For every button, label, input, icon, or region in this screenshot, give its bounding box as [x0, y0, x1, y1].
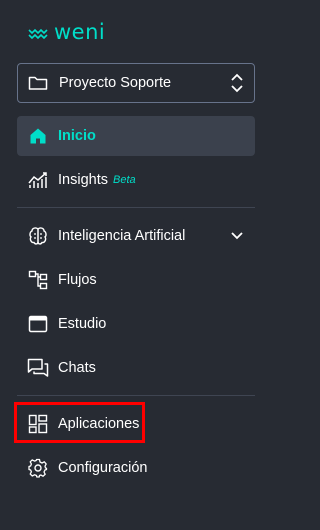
beta-badge: Beta — [112, 174, 136, 186]
chevron-down-icon[interactable] — [229, 225, 245, 245]
weni-logo-icon — [28, 28, 48, 39]
nav-item-studio[interactable]: Estudio — [17, 304, 255, 344]
nav-item-settings[interactable]: Configuración — [17, 448, 255, 488]
highlight-box — [14, 402, 145, 443]
nav-label-ai: Inteligencia Artificial — [58, 228, 186, 244]
chevron-up-down-icon — [231, 73, 243, 93]
nav-label-home: Inicio — [58, 128, 96, 144]
nav-label-insights: Insights — [58, 172, 108, 188]
nav-item-ai[interactable]: Inteligencia Artificial — [17, 216, 255, 256]
chart-icon — [27, 169, 49, 191]
weni-logo[interactable]: weni — [28, 22, 105, 43]
nav-label-flows: Flujos — [58, 272, 97, 288]
brain-icon — [27, 225, 49, 247]
brand-name: weni — [54, 20, 106, 44]
flow-icon — [27, 269, 49, 291]
nav-label-settings: Configuración — [58, 460, 148, 476]
divider — [17, 207, 255, 208]
divider — [17, 395, 255, 396]
gear-icon — [27, 457, 49, 479]
nav-item-insights[interactable]: Insights Beta — [17, 160, 255, 200]
folder-icon — [28, 76, 48, 90]
nav-label-chats: Chats — [58, 360, 96, 376]
nav-item-chats[interactable]: Chats — [17, 348, 255, 388]
project-selector[interactable]: Proyecto Soporte — [17, 63, 255, 103]
nav-item-home[interactable]: Inicio — [17, 116, 255, 156]
nav-label-studio: Estudio — [58, 316, 107, 332]
chat-icon — [27, 357, 49, 379]
window-icon — [27, 313, 49, 335]
nav-item-flows[interactable]: Flujos — [17, 260, 255, 300]
home-icon — [27, 125, 49, 147]
project-name: Proyecto Soporte — [59, 75, 172, 91]
